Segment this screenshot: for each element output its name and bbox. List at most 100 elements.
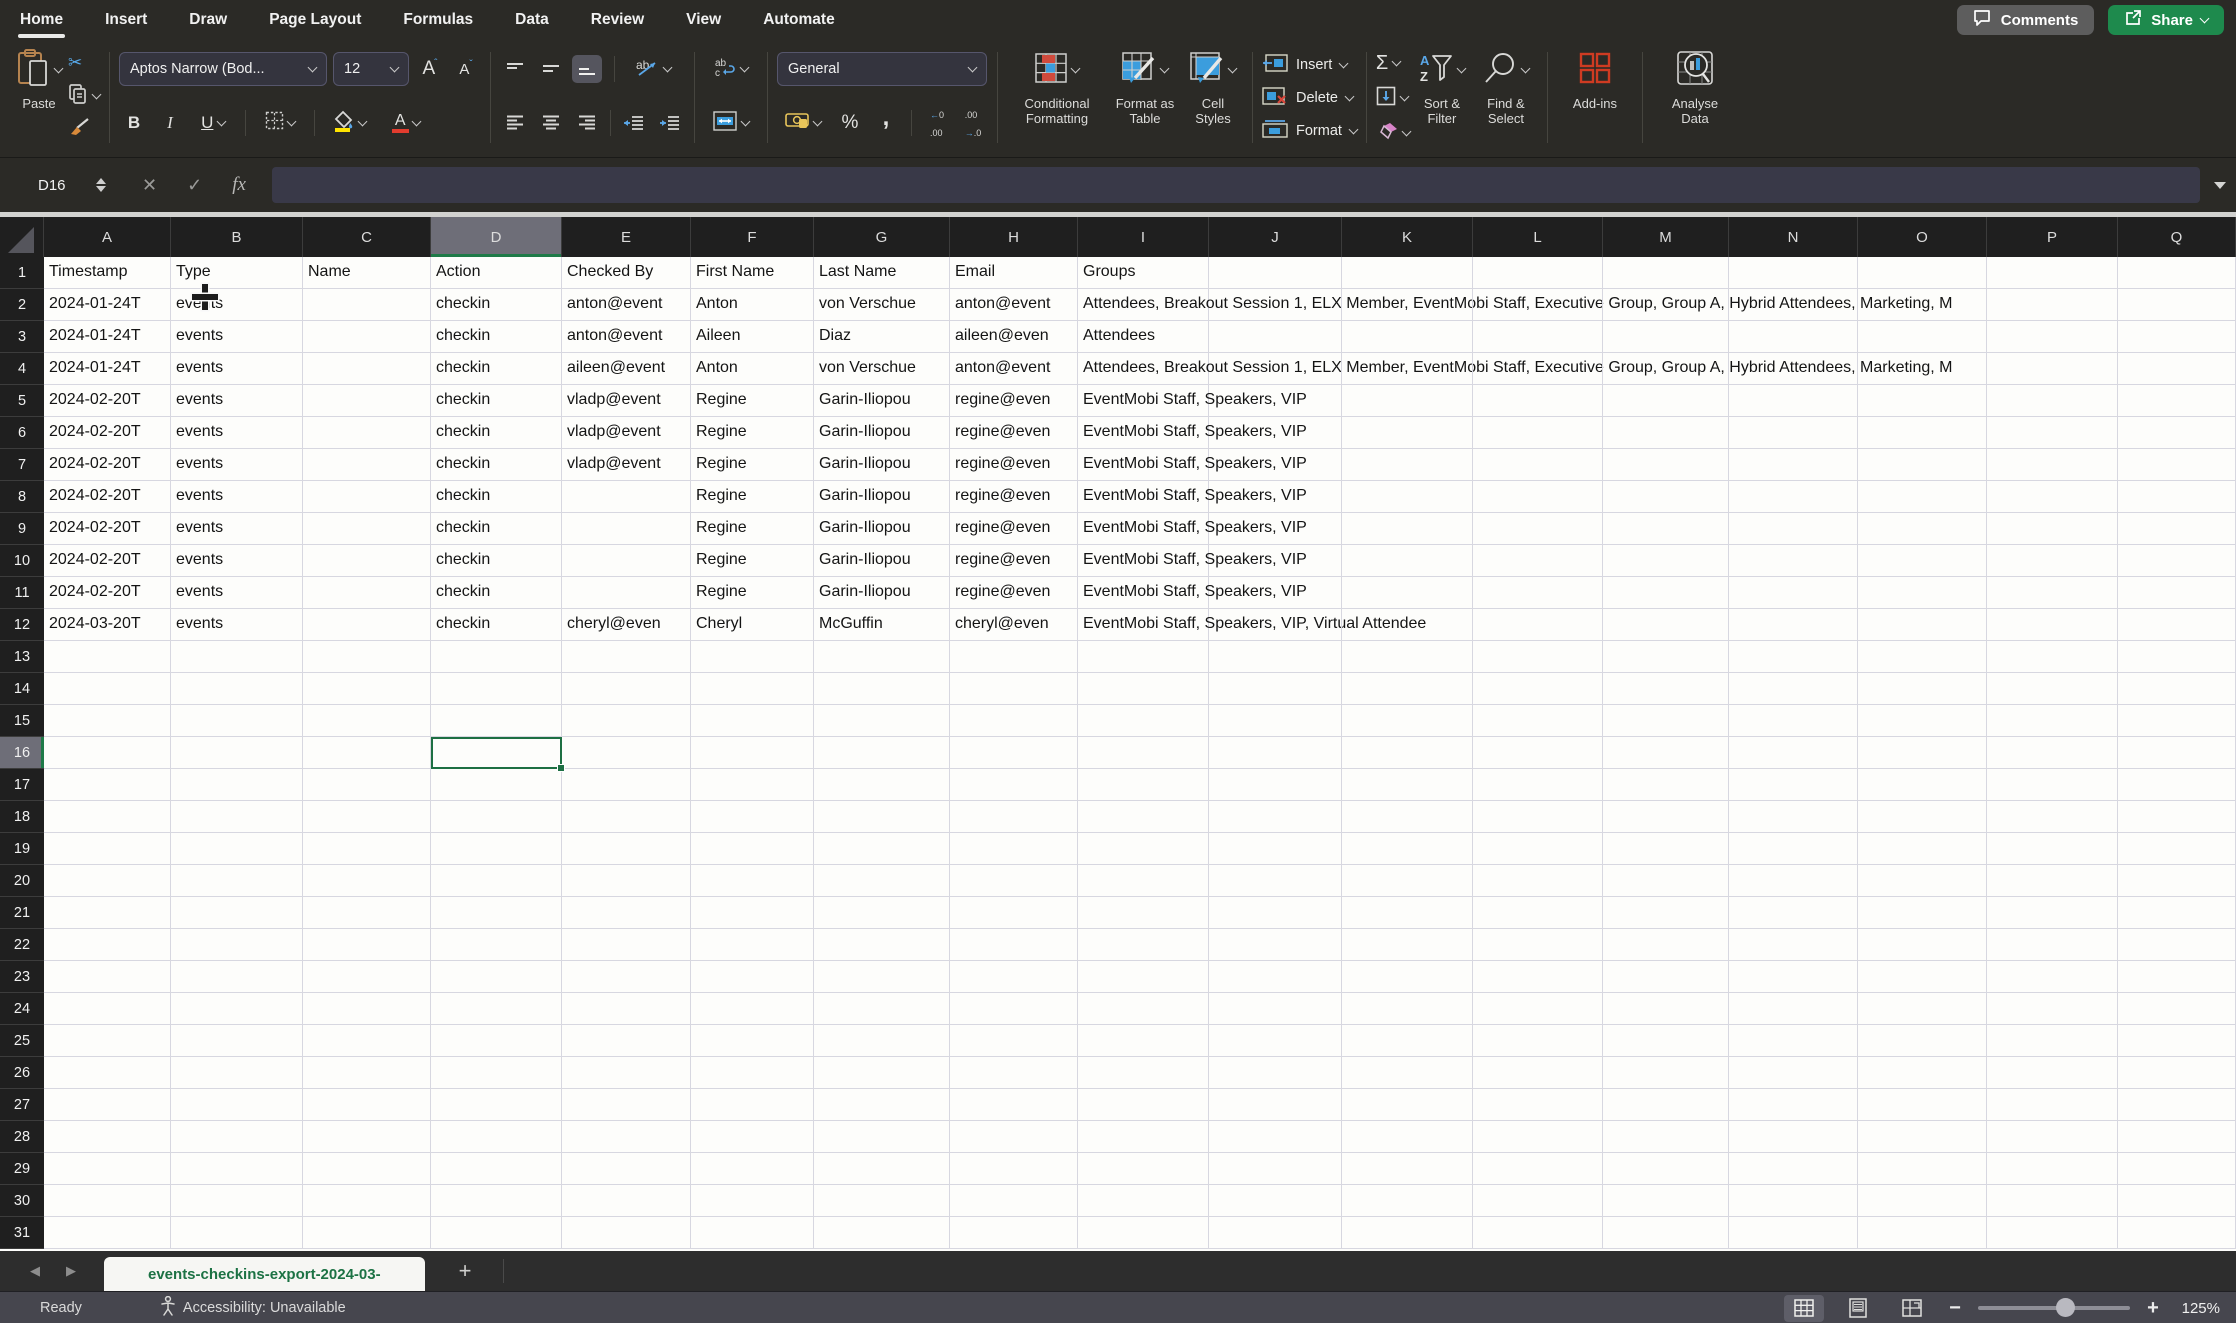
cell-K25[interactable] [1342,1025,1473,1057]
cell-K28[interactable] [1342,1121,1473,1153]
cell-C13[interactable] [303,641,431,673]
menu-tab-formulas[interactable]: Formulas [403,11,473,29]
normal-view-button[interactable] [1784,1295,1824,1322]
cell-E18[interactable] [562,801,691,833]
cell-J21[interactable] [1209,897,1342,929]
cell-L15[interactable] [1473,705,1603,737]
cell-H10[interactable]: regine@even [950,545,1078,577]
cell-L5[interactable] [1473,385,1603,417]
cell-D30[interactable] [431,1185,562,1217]
cell-M26[interactable] [1603,1057,1729,1089]
cell-M15[interactable] [1603,705,1729,737]
cell-E19[interactable] [562,833,691,865]
clear-button[interactable] [1376,120,1410,146]
cell-E3[interactable]: anton@event [562,321,691,353]
cell-E6[interactable]: vladp@event [562,417,691,449]
cell-P5[interactable] [1987,385,2118,417]
cell-F20[interactable] [691,865,814,897]
cell-K12[interactable] [1342,609,1473,641]
row-header-10[interactable]: 10 [0,545,44,577]
cell-F7[interactable]: Regine [691,449,814,481]
col-header-I[interactable]: I [1078,217,1209,257]
cell-N8[interactable] [1729,481,1858,513]
cell-F10[interactable]: Regine [691,545,814,577]
cell-L6[interactable] [1473,417,1603,449]
cell-C20[interactable] [303,865,431,897]
cell-F19[interactable] [691,833,814,865]
cell-K17[interactable] [1342,769,1473,801]
cell-K13[interactable] [1342,641,1473,673]
cell-O27[interactable] [1858,1089,1987,1121]
bold-button[interactable]: B [119,109,149,137]
cell-H23[interactable] [950,961,1078,993]
cell-C30[interactable] [303,1185,431,1217]
cell-J10[interactable] [1209,545,1342,577]
cell-P7[interactable] [1987,449,2118,481]
cell-I3[interactable]: Attendees [1078,321,1209,353]
cell-N22[interactable] [1729,929,1858,961]
cell-B3[interactable]: events [171,321,303,353]
cell-L26[interactable] [1473,1057,1603,1089]
cell-B15[interactable] [171,705,303,737]
cell-C8[interactable] [303,481,431,513]
paste-button[interactable]: Paste [10,46,68,113]
cell-J28[interactable] [1209,1121,1342,1153]
cell-C26[interactable] [303,1057,431,1089]
row-header-16[interactable]: 16 [0,737,44,769]
cell-L1[interactable] [1473,257,1603,289]
cell-E16[interactable] [562,737,691,769]
cell-M30[interactable] [1603,1185,1729,1217]
cell-M24[interactable] [1603,993,1729,1025]
cell-O11[interactable] [1858,577,1987,609]
cell-D26[interactable] [431,1057,562,1089]
cell-E13[interactable] [562,641,691,673]
cell-J26[interactable] [1209,1057,1342,1089]
cell-C1[interactable]: Name [303,257,431,289]
cell-M17[interactable] [1603,769,1729,801]
cell-B25[interactable] [171,1025,303,1057]
cell-D4[interactable]: checkin [431,353,562,385]
cell-B1[interactable]: Type [171,257,303,289]
cell-O18[interactable] [1858,801,1987,833]
cell-G4[interactable]: von Verschue [814,353,950,385]
cell-P18[interactable] [1987,801,2118,833]
cell-E5[interactable]: vladp@event [562,385,691,417]
menu-tab-review[interactable]: Review [591,11,644,29]
cell-Q4[interactable] [2118,353,2236,385]
menu-tab-insert[interactable]: Insert [105,11,147,29]
cell-F28[interactable] [691,1121,814,1153]
cell-K20[interactable] [1342,865,1473,897]
cell-D11[interactable]: checkin [431,577,562,609]
cell-N16[interactable] [1729,737,1858,769]
cell-Q2[interactable] [2118,289,2236,321]
cell-G30[interactable] [814,1185,950,1217]
cell-Q1[interactable] [2118,257,2236,289]
row-header-2[interactable]: 2 [0,289,44,321]
cell-H7[interactable]: regine@even [950,449,1078,481]
cell-G11[interactable]: Garin-Iliopou [814,577,950,609]
cell-Q11[interactable] [2118,577,2236,609]
cell-K8[interactable] [1342,481,1473,513]
cell-M6[interactable] [1603,417,1729,449]
cell-K9[interactable] [1342,513,1473,545]
cell-B23[interactable] [171,961,303,993]
cell-Q16[interactable] [2118,737,2236,769]
col-header-O[interactable]: O [1858,217,1987,257]
cell-D2[interactable]: checkin [431,289,562,321]
row-header-13[interactable]: 13 [0,641,44,673]
cell-P21[interactable] [1987,897,2118,929]
cell-O24[interactable] [1858,993,1987,1025]
cell-F25[interactable] [691,1025,814,1057]
cell-F17[interactable] [691,769,814,801]
cell-K18[interactable] [1342,801,1473,833]
cell-P16[interactable] [1987,737,2118,769]
cell-A31[interactable] [44,1217,171,1249]
font-size-select[interactable]: 12 [333,52,409,86]
cell-H14[interactable] [950,673,1078,705]
cell-L4[interactable] [1473,353,1603,385]
cell-P3[interactable] [1987,321,2118,353]
cell-I21[interactable] [1078,897,1209,929]
cell-A20[interactable] [44,865,171,897]
cell-F15[interactable] [691,705,814,737]
cell-H26[interactable] [950,1057,1078,1089]
